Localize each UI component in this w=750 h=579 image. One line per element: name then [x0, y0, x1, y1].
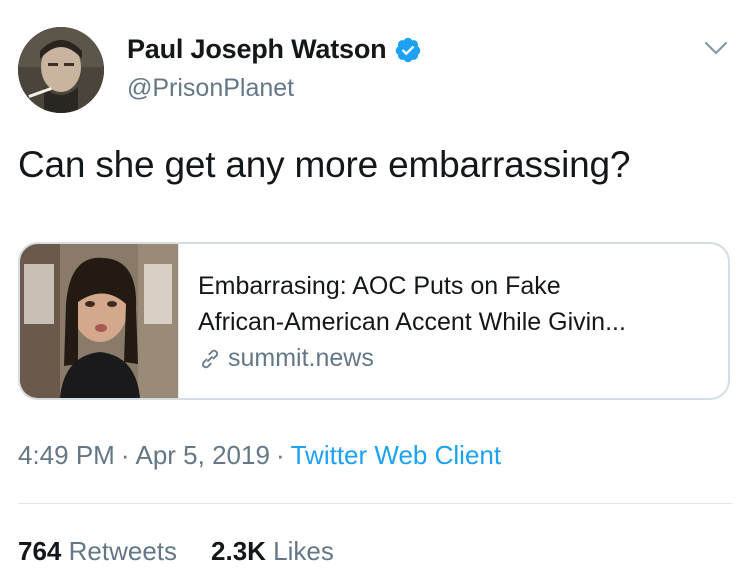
link-card-domain-text: summit.news [228, 344, 374, 372]
author-name[interactable]: Paul Joseph Watson [127, 34, 387, 65]
link-card[interactable]: Embarrasing: AOC Puts on Fake African-Am… [18, 242, 730, 400]
avatar[interactable] [18, 27, 104, 113]
likes-label: Likes [273, 536, 334, 566]
meta-separator: · [120, 440, 130, 470]
tweet-client-link[interactable]: Twitter Web Client [291, 440, 501, 470]
author-name-row: Paul Joseph Watson [127, 34, 422, 65]
link-card-title-line2: African-American Accent While Givin... [198, 308, 626, 336]
retweets-stat[interactable]: 764 Retweets [18, 536, 177, 566]
tweet-stats: 764 Retweets 2.3K Likes [18, 536, 334, 567]
avatar-image [18, 27, 104, 113]
link-card-title-line1: Embarrasing: AOC Puts on Fake [198, 272, 561, 300]
link-card-title: Embarrasing: AOC Puts on Fake African-Am… [198, 268, 718, 340]
link-card-thumbnail [20, 244, 179, 398]
author-handle[interactable]: @PrisonPlanet [127, 74, 294, 103]
meta-separator: · [275, 440, 285, 470]
link-card-domain: summit.news [198, 344, 374, 373]
retweets-count: 764 [18, 536, 62, 566]
tweet-text: Can she get any more embarrassing? [18, 144, 631, 185]
tweet-time[interactable]: 4:49 PM [18, 440, 115, 470]
link-icon [202, 349, 218, 368]
likes-stat[interactable]: 2.3K Likes [211, 536, 334, 566]
likes-count: 2.3K [211, 536, 266, 566]
tweet-meta: 4:49 PM · Apr 5, 2019 · Twitter Web Client [18, 440, 501, 471]
chevron-down-icon[interactable] [704, 40, 728, 56]
tweet-date[interactable]: Apr 5, 2019 [136, 440, 270, 470]
retweets-label: Retweets [68, 536, 178, 566]
verified-badge-icon [396, 37, 421, 62]
divider [18, 503, 732, 504]
